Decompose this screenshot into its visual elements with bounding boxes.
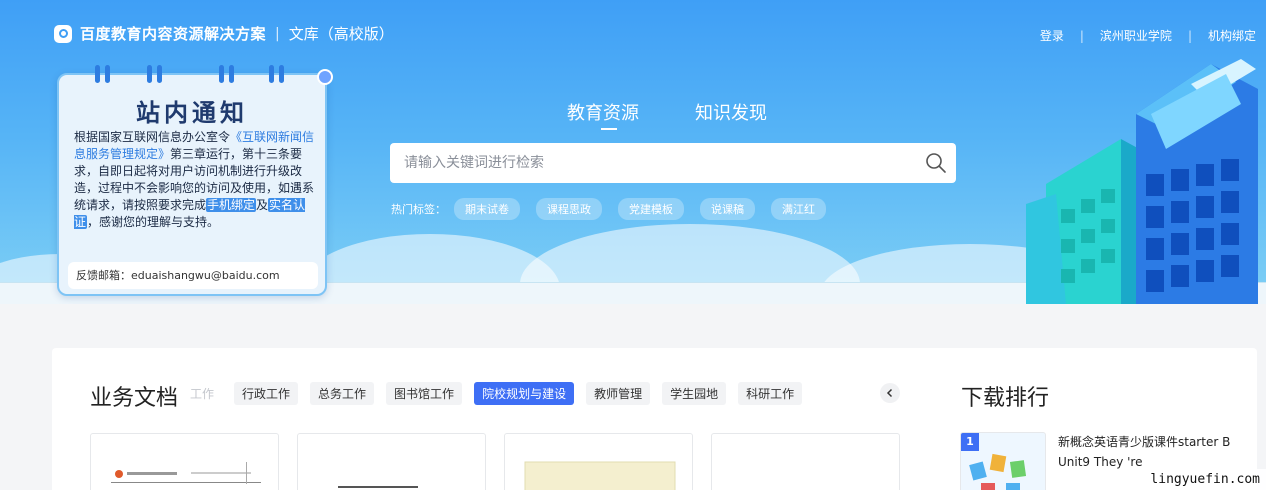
- category-tab[interactable]: 图书馆工作: [386, 382, 463, 405]
- document-card[interactable]: [297, 433, 486, 490]
- category-tab[interactable]: 行政工作: [234, 382, 299, 405]
- hot-tag[interactable]: 满江红: [771, 198, 826, 220]
- document-thumbnail: [524, 461, 676, 490]
- feedback-email: 反馈邮箱：eduaishangwu@baidu.com: [68, 262, 318, 289]
- top-nav: 登录 | 滨州职业学院 | 机构绑定: [1040, 27, 1256, 44]
- watermark: lingyuefin.com: [1144, 469, 1266, 490]
- hot-tags-label: 热门标签：: [391, 203, 446, 216]
- notice-card: 站内通知 根据国家互联网信息办公室令《互联网新闻信息服务管理规定》第三章运行，第…: [57, 65, 333, 296]
- bind-institution-link[interactable]: 机构绑定: [1208, 27, 1256, 44]
- brand-logo-icon: [54, 24, 72, 43]
- notice-pin-icon: [317, 69, 333, 85]
- nav-separator: |: [1187, 28, 1192, 43]
- chevron-left-icon[interactable]: [880, 383, 900, 403]
- ranking-item-title[interactable]: 新概念英语青少版课件starter B Unit9 They 're: [1058, 432, 1248, 472]
- brand[interactable]: 百度教育内容资源解决方案 | 文库（高校版）: [54, 23, 394, 44]
- notice-binder-rings: [59, 65, 325, 89]
- notice-body: 根据国家互联网信息办公室令《互联网新闻信息服务管理规定》第三章运行，第十三条要求…: [74, 129, 318, 231]
- brand-separator: |: [275, 25, 280, 42]
- rank-number-badge: 1: [961, 433, 979, 451]
- search-input[interactable]: [390, 143, 916, 183]
- hot-tags: 热门标签： 期末试卷 课程思政 党建模板 说课稿 满江红: [391, 198, 842, 220]
- category-tab-active[interactable]: 院校规划与建设: [474, 382, 575, 405]
- document-card[interactable]: [711, 433, 900, 490]
- notice-title: 站内通知: [136, 99, 248, 127]
- tab-knowledge-discovery[interactable]: 知识发现: [695, 99, 767, 125]
- category-tabs: 工作 行政工作 总务工作 图书馆工作 院校规划与建设 教师管理 学生园地 科研工…: [190, 382, 814, 405]
- hot-tag[interactable]: 党建模板: [618, 198, 684, 220]
- search-icon[interactable]: [916, 143, 956, 183]
- category-tab[interactable]: 科研工作: [738, 382, 803, 405]
- download-ranking-title: 下载排行: [961, 386, 1050, 411]
- search-box: [390, 143, 956, 183]
- tab-education-resources[interactable]: 教育资源: [567, 99, 639, 130]
- brand-title: 百度教育内容资源解决方案: [80, 25, 267, 43]
- content-panel: 业务文档 工作 行政工作 总务工作 图书馆工作 院校规划与建设 教师管理 学生园…: [52, 348, 1257, 490]
- school-link[interactable]: 滨州职业学院: [1100, 27, 1172, 44]
- ranking-thumbnail[interactable]: 1: [960, 432, 1046, 490]
- document-card[interactable]: [504, 433, 693, 490]
- notice-text: ，感谢您的理解与支持。: [87, 215, 220, 229]
- category-tab[interactable]: 工作: [190, 382, 222, 405]
- notice-text: 根据国家互联网信息办公室令: [74, 130, 231, 144]
- category-tab[interactable]: 总务工作: [310, 382, 375, 405]
- document-thumbnail: [338, 486, 418, 488]
- hot-tag[interactable]: 课程思政: [536, 198, 602, 220]
- phone-binding-link[interactable]: 手机绑定: [206, 198, 257, 212]
- hot-tag[interactable]: 说课稿: [700, 198, 755, 220]
- category-tab[interactable]: 教师管理: [586, 382, 651, 405]
- search-tabs: 教育资源 知识发现: [567, 99, 823, 130]
- campus-building-illustration: [1026, 59, 1258, 304]
- login-link[interactable]: 登录: [1040, 27, 1064, 44]
- hot-tag[interactable]: 期末试卷: [454, 198, 520, 220]
- hero-banner: 百度教育内容资源解决方案 | 文库（高校版） 登录 | 滨州职业学院 | 机构绑…: [0, 0, 1266, 304]
- section-title: 业务文档: [90, 386, 179, 411]
- nav-separator: |: [1079, 28, 1084, 43]
- document-grid: [90, 433, 918, 490]
- document-card[interactable]: [90, 433, 279, 490]
- document-thumbnail: [111, 462, 261, 484]
- brand-subtitle: 文库（高校版）: [288, 25, 394, 43]
- category-tab[interactable]: 学生园地: [662, 382, 727, 405]
- notice-text: 及: [256, 198, 269, 212]
